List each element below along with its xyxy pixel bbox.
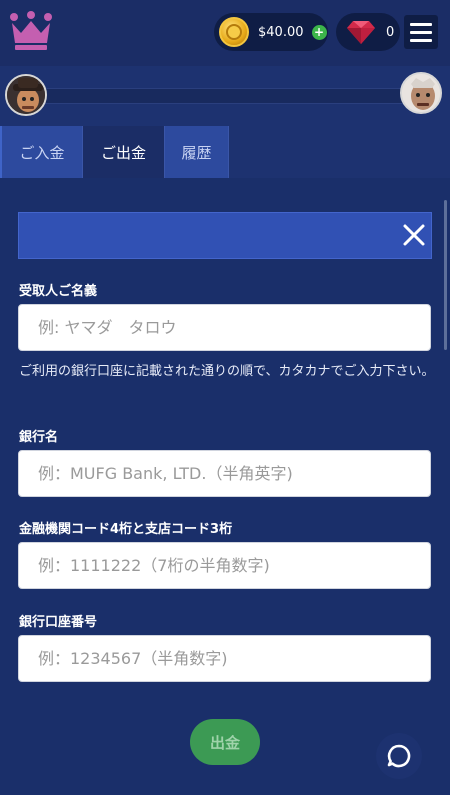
notice-banner (18, 212, 432, 259)
balance-amount: $40.00 (258, 24, 304, 40)
tab-bar-filler (229, 126, 450, 178)
add-funds-icon[interactable]: + (311, 24, 327, 40)
recipient-name-note: ご利用の銀行口座に記載された通りの順で、カタカナでご入力下さい。 (19, 364, 435, 379)
account-number-label: 銀行口座番号 (19, 615, 98, 630)
balance-display[interactable]: $40.00 + (214, 13, 328, 51)
avatar-strip (0, 66, 450, 126)
bank-name-label: 銀行名 (19, 430, 59, 445)
gem-display[interactable]: 0 (336, 13, 400, 51)
bank-name-input[interactable] (18, 450, 431, 497)
payment-tabs: ご入金 ご出金 履歴 (0, 126, 450, 178)
tab-history[interactable]: 履歴 (165, 126, 229, 178)
scrollbar[interactable] (444, 200, 447, 350)
bank-branch-code-label: 金融機関コード4桁と支店コード3桁 (19, 522, 233, 537)
withdraw-submit-button[interactable]: 出金 (190, 719, 260, 765)
tab-withdraw[interactable]: ご出金 (83, 126, 165, 178)
account-number-input[interactable] (18, 635, 431, 682)
tab-deposit[interactable]: ご入金 (0, 126, 83, 178)
recipient-name-label: 受取人ご名義 (19, 284, 98, 299)
coin-icon (219, 17, 249, 47)
progress-track (40, 88, 410, 104)
close-icon[interactable] (401, 222, 427, 248)
player-avatar-icon[interactable] (5, 74, 47, 116)
hamburger-menu-icon[interactable] (404, 15, 438, 49)
crown-icon[interactable] (9, 11, 53, 51)
top-header: $40.00 + 0 (0, 0, 450, 66)
chat-bubble-icon (387, 744, 411, 768)
gem-icon (347, 21, 375, 44)
chat-button[interactable] (376, 733, 422, 779)
recipient-name-input[interactable] (18, 304, 431, 351)
bank-branch-code-input[interactable] (18, 542, 431, 589)
gem-count: 0 (386, 24, 395, 40)
opponent-avatar-icon[interactable] (400, 72, 442, 114)
